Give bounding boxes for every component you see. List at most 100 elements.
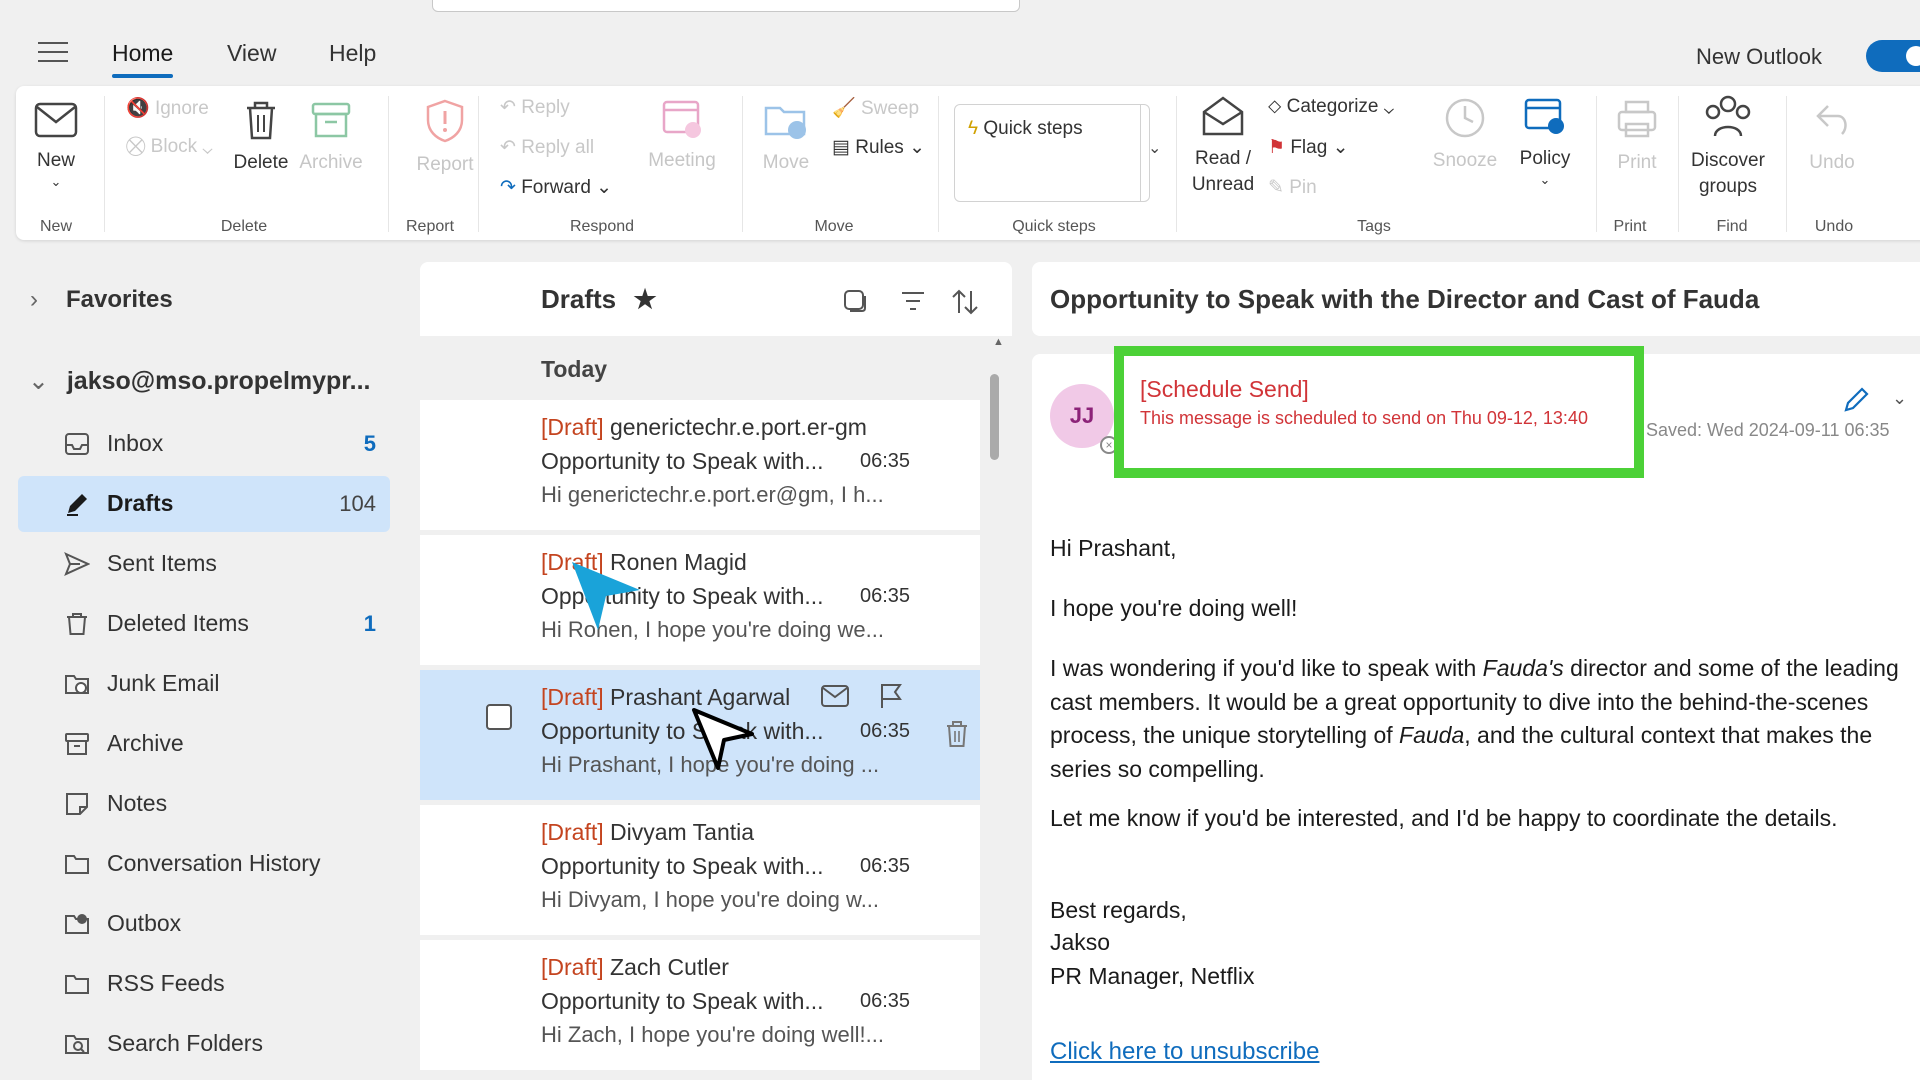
reply-all-button[interactable]: ↶ Reply all: [500, 136, 594, 159]
folder-junk-email[interactable]: Junk Email: [18, 656, 390, 712]
message-subject: Opportunity to Speak with...: [541, 853, 824, 879]
quick-steps-item[interactable]: ϟ Quick steps: [968, 118, 1083, 140]
unread-count: 5: [363, 431, 376, 456]
archive-button[interactable]: Archive: [296, 98, 366, 176]
folder-label: Drafts: [107, 490, 174, 516]
new-outlook-toggle[interactable]: [1866, 40, 1920, 72]
categorize-label: Categorize: [1286, 96, 1379, 117]
reading-subject-bar: Opportunity to Speak with the Director a…: [1032, 262, 1920, 336]
reply-label: Reply: [521, 97, 570, 118]
ignore-button[interactable]: 🔇 Ignore: [126, 96, 209, 120]
hamburger-icon[interactable]: [38, 42, 68, 64]
rules-button[interactable]: ▤ Rules ⌄: [832, 136, 925, 159]
meeting-button[interactable]: Meeting: [642, 96, 722, 174]
signature-line: Best regards,: [1050, 897, 1187, 923]
draft-tag: [Draft]: [541, 954, 604, 980]
message-subject: Opportunity to Speak with...: [541, 718, 824, 744]
delete-button[interactable]: Delete: [230, 98, 292, 176]
reply-all-label: Reply all: [521, 137, 595, 158]
mark-unread-icon[interactable]: [820, 684, 850, 708]
snooze-label: Snooze: [1432, 150, 1498, 171]
policy-button[interactable]: Policy ⌄: [1510, 94, 1580, 188]
tab-view[interactable]: View: [227, 40, 276, 67]
list-item[interactable]: [Draft] Divyam Tantia Opportunity to Spe…: [420, 805, 980, 935]
folder-notes[interactable]: Notes: [18, 776, 390, 832]
report-button[interactable]: Report: [400, 98, 490, 178]
folder-archive[interactable]: Archive: [18, 716, 390, 772]
avatar-initials: JJ: [1069, 403, 1095, 428]
folder-rss-feeds[interactable]: RSS Feeds: [18, 956, 390, 1012]
sort-icon[interactable]: [950, 288, 980, 316]
chevron-right-icon: ›: [30, 286, 38, 313]
message-time: 06:35: [860, 450, 911, 472]
folder-conversation-history[interactable]: Conversation History: [18, 836, 390, 892]
folder-drafts[interactable]: Drafts 104: [18, 476, 390, 532]
folder-inbox[interactable]: Inbox 5: [18, 416, 390, 472]
flag-icon[interactable]: [878, 682, 904, 710]
quick-steps-expand[interactable]: ⌄: [1140, 104, 1168, 202]
delete-label: Delete: [233, 152, 289, 173]
new-outlook-label: New Outlook: [1696, 44, 1822, 69]
favorites-header[interactable]: › Favorites: [16, 286, 173, 314]
undo-label: Undo: [1809, 152, 1855, 173]
calendar-icon: [662, 100, 701, 138]
folder-icon: [65, 855, 89, 874]
group-label-new: New: [39, 218, 73, 235]
unsubscribe-link[interactable]: Click here to unsubscribe: [1050, 1038, 1319, 1066]
read-unread-label-2: Unread: [1191, 174, 1255, 195]
star-icon[interactable]: ★: [633, 284, 656, 314]
scroll-up-icon[interactable]: ▲: [993, 336, 1004, 348]
divider: [938, 96, 939, 232]
draft-tag: [Draft]: [541, 684, 604, 710]
list-item[interactable]: [Draft] Zach Cutler Opportunity to Speak…: [420, 940, 980, 1070]
unread-count: 1: [363, 611, 376, 636]
undo-button[interactable]: Undo: [1794, 98, 1870, 176]
chevron-down-icon[interactable]: ⌄: [1892, 388, 1907, 409]
account-header[interactable]: ⌄ jakso@mso.propelmypr...: [16, 366, 370, 396]
print-button[interactable]: Print: [1602, 98, 1672, 176]
folder-deleted-items[interactable]: Deleted Items 1: [18, 596, 390, 652]
forward-button[interactable]: ↷ Forward ⌄: [500, 176, 612, 199]
edit-icon[interactable]: [1842, 384, 1872, 414]
categorize-button[interactable]: ⬦ Categorize ⌄: [1268, 96, 1394, 118]
group-label-tags: Tags: [1357, 218, 1391, 235]
delete-item-icon[interactable]: [944, 719, 970, 749]
divider: [742, 96, 743, 232]
new-mail-button[interactable]: New ⌄: [26, 100, 86, 190]
draft-tag: [Draft]: [541, 819, 604, 845]
message-recipient: [Draft] generictechr.e.port.er-gm: [541, 414, 867, 441]
list-item[interactable]: [Draft] Ronen Magid Opportunity to Speak…: [420, 535, 980, 665]
block-button[interactable]: ⛒ Block ⌄: [126, 136, 213, 158]
folder-sent-items[interactable]: Sent Items: [18, 536, 390, 592]
flag-button[interactable]: ⚑ Flag ⌄: [1268, 136, 1349, 159]
list-item[interactable]: [Draft] generictechr.e.port.er-gm Opport…: [420, 400, 980, 530]
tag-icon: ⬦: [1268, 96, 1282, 117]
signature-line: PR Manager, Netflix: [1050, 963, 1255, 989]
message-subject: Opportunity to Speak with...: [541, 988, 824, 1014]
search-box[interactable]: [432, 0, 1020, 12]
folder-label: RSS Feeds: [107, 970, 225, 996]
folder-outbox[interactable]: Outbox: [18, 896, 390, 952]
snooze-button[interactable]: Snooze: [1428, 96, 1502, 174]
discover-groups-button[interactable]: Discover groups: [1680, 94, 1776, 200]
filter-icon[interactable]: [900, 290, 926, 312]
group-label-report: Report: [405, 218, 455, 235]
pin-button[interactable]: ✎ Pin: [1268, 176, 1317, 199]
menu-bar: Home View Help New Outlook: [0, 24, 1920, 84]
tab-help[interactable]: Help: [329, 40, 376, 67]
message-preview: Hi generictechr.e.port.er@gm, I h...: [541, 482, 884, 507]
group-label-move: Move: [814, 218, 854, 235]
archive-label: Archive: [299, 152, 363, 173]
select-checkbox[interactable]: [486, 704, 512, 730]
read-unread-button[interactable]: Read / Unread: [1180, 94, 1266, 198]
scrollbar-thumb[interactable]: [990, 374, 999, 460]
tab-home[interactable]: Home: [112, 40, 174, 78]
select-all-icon[interactable]: [842, 288, 868, 314]
reply-button[interactable]: ↶ Reply: [500, 96, 570, 119]
body-greeting: Hi Prashant,: [1050, 535, 1177, 561]
divider: [104, 96, 105, 232]
folder-label: Archive: [107, 730, 184, 756]
sweep-button[interactable]: 🧹 Sweep: [832, 96, 919, 120]
folder-search-folders[interactable]: Search Folders: [18, 1016, 390, 1072]
move-button[interactable]: Move: [752, 98, 820, 176]
